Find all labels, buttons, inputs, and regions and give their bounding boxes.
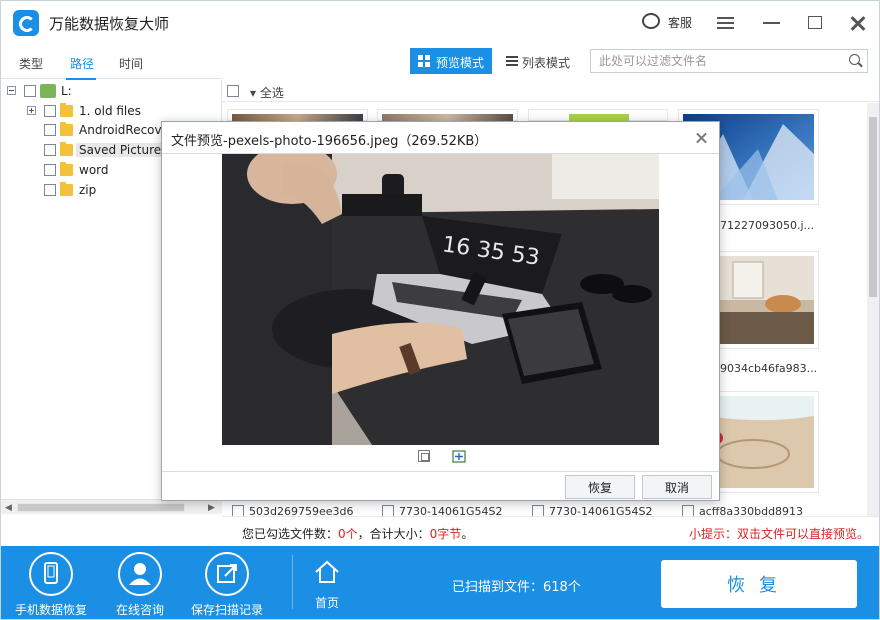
drive-icon <box>40 84 56 98</box>
tree-item-label: zip <box>79 183 97 197</box>
selected-prefix: 您已勾选文件数： <box>242 527 339 541</box>
save-scan-button[interactable]: 保存扫描记录 <box>185 552 265 618</box>
scroll-right-icon[interactable]: ▶ <box>208 503 215 513</box>
collapse-icon[interactable] <box>7 86 16 95</box>
tree-item-label: word <box>79 163 109 177</box>
scroll-left-icon[interactable]: ◀ <box>5 503 12 513</box>
maximize-button[interactable] <box>803 11 827 35</box>
selected-size: 0字节 <box>429 527 462 541</box>
bottom-bar: 手机数据恢复 在线咨询 保存扫描记录 首页 已扫描到文件：618个 恢复 <box>1 546 879 619</box>
tree-item-checkbox[interactable] <box>44 144 56 156</box>
folder-icon <box>60 182 73 196</box>
home-icon <box>315 560 339 583</box>
selection-summary: 您已勾选文件数：0个，合计大小：0字节。 <box>242 525 473 542</box>
preview-mode-button[interactable]: 预览模式 <box>410 48 492 74</box>
customer-service-button[interactable]: 客服 <box>642 13 698 33</box>
size-prefix: ，合计大小： <box>357 527 430 541</box>
size-suffix: 。 <box>461 527 474 541</box>
grid-vertical-scrollbar[interactable] <box>867 103 879 517</box>
file-thumbnail[interactable] <box>227 109 368 122</box>
dialog-footer-divider <box>162 471 719 472</box>
tree-horizontal-scrollbar[interactable]: ◀ ▶ <box>1 499 222 514</box>
scrollbar-thumb[interactable] <box>869 117 877 297</box>
tree-item-label: AndroidRecov <box>79 123 162 137</box>
tree-item-checkbox[interactable] <box>44 124 56 136</box>
minimize-button[interactable] <box>760 11 784 35</box>
phone-recovery-button[interactable]: 手机数据恢复 <box>9 552 89 618</box>
tree-item-old-files[interactable]: 1. old files <box>27 102 217 120</box>
folder-icon <box>60 142 73 156</box>
scrollbar-thumb[interactable] <box>17 503 185 512</box>
folder-icon <box>60 122 73 136</box>
dialog-cancel-button[interactable]: 取消 <box>642 475 712 499</box>
search-input[interactable] <box>591 50 841 72</box>
tree-item-checkbox[interactable] <box>44 105 56 117</box>
tree-root-label: L: <box>61 84 72 98</box>
chat-bubble-icon <box>642 13 660 29</box>
selected-count: 0个 <box>338 527 358 541</box>
scanned-count: 已扫描到文件：618个 <box>452 580 581 595</box>
home-button[interactable]: 首页 <box>307 556 347 616</box>
list-mode-button[interactable]: 列表模式 <box>504 48 580 74</box>
online-consult-button[interactable]: 在线咨询 <box>98 552 178 618</box>
select-all-label[interactable]: ▾ 全选 <box>250 84 284 101</box>
expand-icon[interactable] <box>27 106 36 115</box>
select-all-text: 全选 <box>259 86 284 100</box>
grid-icon <box>418 55 430 67</box>
file-name[interactable]: 9034cb46fa983... <box>720 362 820 375</box>
file-item[interactable]: acff8a330bdd8913 <box>682 503 822 517</box>
list-mode-label: 列表模式 <box>522 56 571 70</box>
dialog-close-icon[interactable] <box>694 130 710 146</box>
folder-icon <box>60 162 73 176</box>
home-label: 首页 <box>315 596 340 610</box>
dialog-title: 文件预览-pexels-photo-196656.jpeg（269.52KB） <box>171 134 488 149</box>
file-item[interactable]: 7730-14061G54S2 <box>382 503 522 517</box>
close-button[interactable] <box>846 11 870 35</box>
file-item[interactable]: 7730-14061G54S2 <box>532 503 672 517</box>
save-scan-label: 保存扫描记录 <box>190 603 263 617</box>
folder-icon <box>60 103 73 117</box>
file-item[interactable]: 503d269759ee3d6 <box>232 503 372 517</box>
export-icon <box>205 552 249 596</box>
tree-item-label: 1. old files <box>79 104 141 118</box>
fit-to-window-icon[interactable] <box>418 450 430 462</box>
file-thumbnail[interactable] <box>377 109 518 122</box>
user-icon <box>118 552 162 596</box>
select-all-checkbox[interactable] <box>227 85 239 97</box>
tree-root-checkbox[interactable] <box>24 85 36 97</box>
file-thumbnail[interactable] <box>528 109 668 122</box>
actual-size-icon[interactable] <box>452 450 466 463</box>
tree-item-checkbox[interactable] <box>44 164 56 176</box>
file-name[interactable]: 71227093050.j... <box>720 219 820 232</box>
toolbar: 预览模式 列表模式 <box>222 45 879 79</box>
search-icon[interactable] <box>849 54 860 65</box>
list-icon <box>506 56 518 66</box>
tree-root[interactable]: L: <box>7 82 217 100</box>
menu-button[interactable] <box>714 11 738 35</box>
tab-type[interactable]: 类型 <box>19 55 43 72</box>
phone-icon <box>29 552 73 596</box>
tip-text: 小提示：双击文件可以直接预览。 <box>689 527 870 541</box>
file-preview-dialog: 文件预览-pexels-photo-196656.jpeg（269.52KB） … <box>161 121 720 501</box>
tab-time[interactable]: 时间 <box>119 55 143 72</box>
app-window: 万能数据恢复大师 客服 类型 路径 时间 预览模式 列表模式 此处可以过滤文件名… <box>0 0 880 620</box>
preview-image: 16 35 53 <box>222 154 659 445</box>
tab-path[interactable]: 路径 <box>65 55 97 80</box>
search-box <box>590 49 868 73</box>
selection-status: 您已勾选文件数：0个，合计大小：0字节。 小提示：双击文件可以直接预览。 <box>222 516 879 546</box>
tree-item-label: Saved Pictures <box>76 143 171 157</box>
select-all-row: ▾ 全选 <box>222 80 879 102</box>
app-logo-icon <box>13 10 39 36</box>
recover-button[interactable]: 恢复 <box>661 560 857 608</box>
tree-item-checkbox[interactable] <box>44 184 56 196</box>
view-tabs: 类型 路径 时间 <box>1 45 222 80</box>
app-title: 万能数据恢复大师 <box>49 15 170 33</box>
bottom-divider <box>292 555 293 609</box>
customer-service-label: 客服 <box>668 16 693 30</box>
title-bar: 万能数据恢复大师 客服 <box>1 1 879 45</box>
dialog-recover-button[interactable]: 恢复 <box>565 475 635 499</box>
preview-mode-label: 预览模式 <box>436 56 485 70</box>
